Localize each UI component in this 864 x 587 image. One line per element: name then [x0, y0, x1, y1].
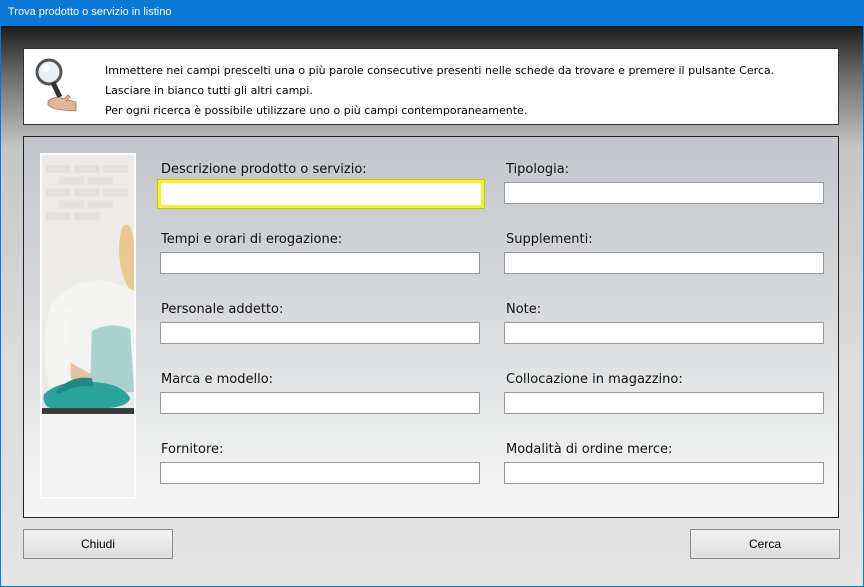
search-form-panel: Descrizione prodotto o servizio: Tipolog… — [23, 136, 839, 518]
instruction-line: Immettere nei campi prescelti una o più … — [105, 64, 775, 77]
dialog-window: Immettere nei campi prescelti una o più … — [1, 26, 863, 586]
personale-input[interactable] — [160, 322, 480, 344]
ironing-woman-image — [40, 153, 136, 499]
personale-label: Personale addetto: — [161, 302, 284, 317]
note-input[interactable] — [504, 322, 824, 344]
close-button[interactable]: Chiudi — [23, 529, 173, 559]
fornitore-input[interactable] — [160, 462, 480, 484]
tipologia-label: Tipologia: — [506, 162, 570, 177]
instructions-text: Immettere nei campi prescelti una o più … — [105, 61, 774, 121]
descrizione-input[interactable] — [158, 180, 484, 208]
modalita-input[interactable] — [504, 462, 824, 484]
descrizione-label: Descrizione prodotto o servizio: — [161, 162, 367, 177]
instructions-panel: Immettere nei campi prescelti una o più … — [23, 48, 839, 125]
collocazione-input[interactable] — [504, 392, 824, 414]
tempi-label: Tempi e orari di erogazione: — [161, 232, 343, 247]
instruction-line: Lasciare in bianco tutti gli altri campi… — [105, 84, 313, 97]
instruction-line: Per ogni ricerca è possibile utilizzare … — [105, 104, 528, 117]
dialog-client: Immettere nei campi prescelti una o più … — [1, 26, 863, 586]
marca-label: Marca e modello: — [161, 372, 274, 387]
fornitore-label: Fornitore: — [161, 442, 224, 457]
tempi-input[interactable] — [160, 252, 480, 274]
tipologia-input[interactable] — [504, 182, 824, 204]
supplementi-input[interactable] — [504, 252, 824, 274]
magnifier-hand-icon — [35, 58, 77, 112]
title-bar: Trova prodotto o servizio in listino — [0, 0, 864, 26]
note-label: Note: — [506, 302, 542, 317]
supplementi-label: Supplementi: — [506, 232, 593, 247]
window-title: Trova prodotto o servizio in listino — [8, 6, 172, 18]
marca-input[interactable] — [160, 392, 480, 414]
search-button[interactable]: Cerca — [690, 529, 840, 559]
collocazione-label: Collocazione in magazzino: — [506, 372, 683, 387]
modalita-label: Modalità di ordine merce: — [506, 442, 673, 457]
